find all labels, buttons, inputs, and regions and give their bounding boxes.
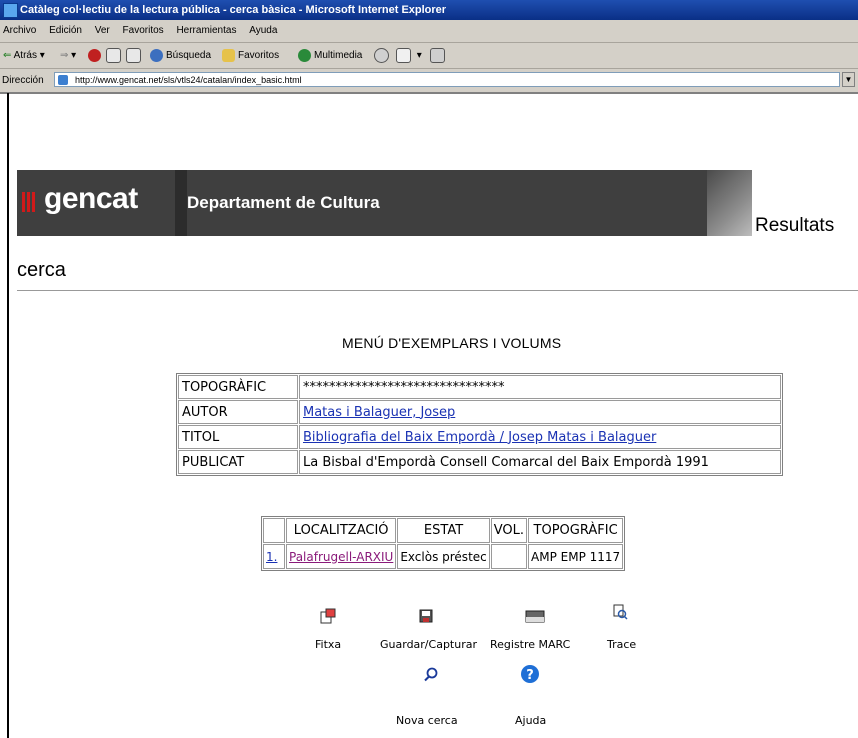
table-row: 1. Palafrugell-ARXIU Exclòs préstec AMP … — [263, 544, 624, 569]
record-value-cell: Matas i Balaguer, Josep — [299, 400, 781, 424]
table-row: AUTOR Matas i Balaguer, Josep — [178, 400, 781, 424]
favorites-button[interactable]: Favoritos — [222, 43, 279, 68]
window-left-border — [7, 93, 9, 738]
window-title-bar: Catàleg col·lectiu de la lectura pública… — [0, 0, 858, 20]
record-table: TOPOGRÀFIC *****************************… — [176, 373, 783, 476]
location-cell: Palafrugell-ARXIU — [286, 544, 397, 569]
row-number-link[interactable]: 1. — [266, 550, 277, 564]
history-icon — [374, 47, 389, 63]
table-row: PUBLICAT La Bisbal d'Empordà Consell Com… — [178, 450, 781, 474]
column-header-topographic: TOPOGRÀFIC — [528, 518, 624, 543]
gencat-logo: gencat — [44, 182, 138, 215]
record-label: TITOL — [178, 425, 298, 449]
help-button[interactable]: ? Ajuda — [505, 664, 555, 734]
column-header-empty — [263, 518, 285, 543]
record-value: ******************************* — [299, 375, 781, 399]
search-icon — [424, 667, 438, 682]
menu-edicion[interactable]: Edición — [44, 20, 87, 42]
topographic-cell: AMP EMP 1117 — [528, 544, 624, 569]
search-heading: cerca — [17, 259, 66, 281]
mail-icon — [396, 47, 411, 63]
svg-text:?: ? — [526, 668, 534, 683]
ie-app-icon — [3, 3, 18, 18]
record-label: TOPOGRÀFIC — [178, 375, 298, 399]
table-row: TITOL Bibliografia del Baix Empordà / Jo… — [178, 425, 781, 449]
title-link[interactable]: Bibliografia del Baix Empordà / Josep Ma… — [303, 430, 656, 445]
home-button[interactable] — [126, 43, 144, 68]
row-number-cell: 1. — [263, 544, 285, 569]
stop-button[interactable] — [88, 43, 104, 68]
stop-icon — [88, 48, 101, 62]
record-card-icon — [320, 608, 336, 624]
save-capture-button[interactable]: Guardar/Capturar — [375, 608, 485, 658]
mail-button[interactable]: ▾ — [396, 43, 422, 68]
print-icon — [430, 47, 445, 63]
gencat-flag-icon — [22, 192, 38, 212]
multimedia-button[interactable]: Multimedia — [298, 43, 362, 68]
magnifier-document-icon — [613, 604, 628, 620]
menu-ayuda[interactable]: Ayuda — [244, 20, 282, 42]
multimedia-icon — [298, 48, 311, 62]
back-button[interactable]: ⇐ Atrás ▾ — [3, 43, 45, 68]
volume-cell — [490, 544, 528, 569]
menu-bar: Archivo Edición Ver Favoritos Herramient… — [0, 20, 858, 43]
marc-icon — [525, 610, 545, 623]
chevron-down-icon: ▼ — [844, 75, 853, 84]
new-search-button[interactable]: Nova cerca — [396, 664, 466, 734]
status-cell: Exclòs préstec — [397, 544, 490, 569]
address-url: http://www.gencat.net/sls/vtls24/catalan… — [75, 75, 302, 85]
department-name: Departament de Cultura — [187, 193, 380, 212]
location-link[interactable]: Palafrugell-ARXIU — [289, 550, 393, 564]
record-value: La Bisbal d'Empordà Consell Comarcal del… — [299, 450, 781, 474]
menu-favoritos[interactable]: Favoritos — [118, 20, 169, 42]
items-table: LOCALITZACIÓ ESTAT VOL. TOPOGRÀFIC 1. Pa… — [261, 516, 626, 571]
page-icon — [58, 75, 68, 85]
trace-button[interactable]: Trace — [602, 602, 642, 658]
forward-arrow-icon: ⇒ — [60, 50, 69, 61]
menu-archivo[interactable]: Archivo — [0, 20, 41, 42]
menu-ver[interactable]: Ver — [90, 20, 115, 42]
fitxa-button[interactable]: Fitxa — [310, 608, 350, 658]
record-label: AUTOR — [178, 400, 298, 424]
gencat-banner: gencat Departament de Cultura — [17, 170, 752, 236]
refresh-icon — [106, 47, 121, 63]
search-button[interactable]: Búsqueda — [150, 43, 211, 68]
window-title: Catàleg col·lectiu de la lectura pública… — [20, 4, 447, 16]
address-dropdown-button[interactable]: ▼ — [842, 72, 855, 87]
help-icon: ? — [521, 665, 539, 683]
column-header-volume: VOL. — [490, 518, 528, 543]
search-icon — [150, 48, 163, 62]
refresh-button[interactable] — [106, 43, 124, 68]
home-icon — [126, 47, 141, 63]
banner-decoration — [707, 170, 752, 236]
table-header-row: LOCALITZACIÓ ESTAT VOL. TOPOGRÀFIC — [263, 518, 624, 543]
menu-title: MENÚ D'EXEMPLARS I VOLUMS — [342, 335, 562, 351]
print-button[interactable] — [430, 43, 448, 68]
forward-button[interactable]: ⇒ ▾ — [60, 43, 76, 68]
column-header-location: LOCALITZACIÓ — [286, 518, 397, 543]
record-value-cell: Bibliografia del Baix Empordà / Josep Ma… — [299, 425, 781, 449]
address-field[interactable]: http://www.gencat.net/sls/vtls24/catalan… — [54, 72, 840, 87]
favorites-icon — [222, 48, 235, 62]
results-heading: Resultats — [755, 215, 835, 236]
table-row: TOPOGRÀFIC *****************************… — [178, 375, 781, 399]
banner-separator — [175, 170, 187, 236]
address-bar: Dirección http://www.gencat.net/sls/vtls… — [0, 69, 858, 94]
record-label: PUBLICAT — [178, 450, 298, 474]
author-link[interactable]: Matas i Balaguer, Josep — [303, 405, 455, 420]
back-arrow-icon: ⇐ — [3, 50, 12, 61]
marc-record-button[interactable]: Registre MARC — [490, 608, 580, 658]
floppy-disk-icon — [419, 609, 433, 623]
address-label: Dirección — [2, 75, 44, 86]
toolbar: ⇐ Atrás ▾ ⇒ ▾ Búsqueda Favoritos Multime… — [0, 43, 858, 69]
divider — [17, 290, 858, 291]
column-header-status: ESTAT — [397, 518, 490, 543]
menu-herramientas[interactable]: Herramientas — [171, 20, 241, 42]
history-button[interactable] — [374, 43, 392, 68]
